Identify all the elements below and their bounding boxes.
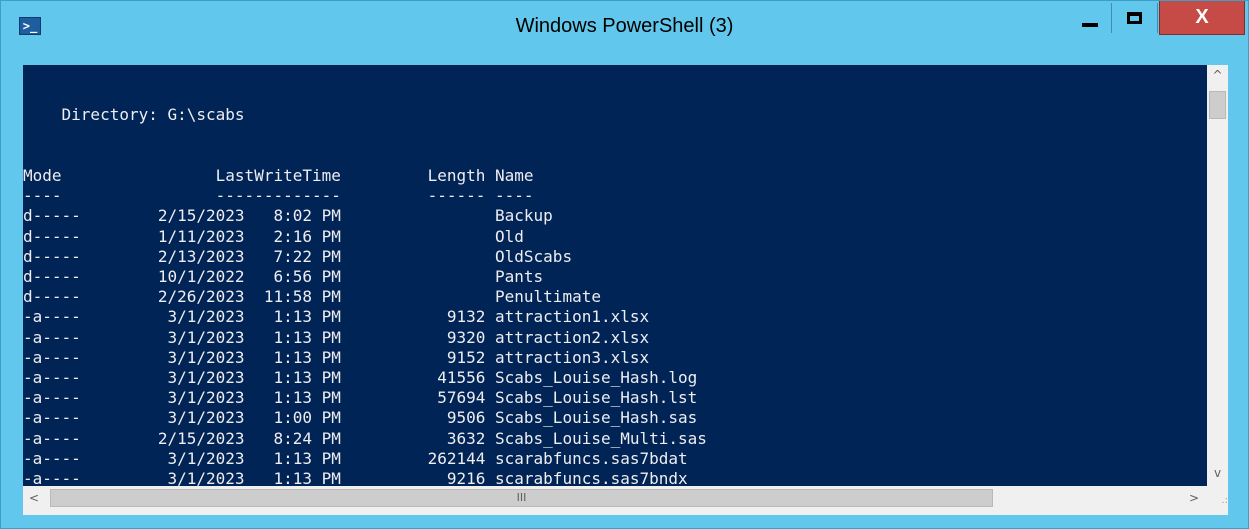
scroll-left-icon[interactable]: < — [23, 486, 45, 510]
maximize-icon — [1126, 12, 1142, 24]
title-bar[interactable]: >_ Windows PowerShell (3) X — [1, 1, 1248, 51]
file-row: d----- 1/11/2023 2:16 PM Old — [23, 226, 524, 246]
file-row: -a---- 3/1/2023 1:13 PM 9216 scarabfuncs… — [23, 469, 688, 486]
divider — [1157, 3, 1158, 33]
minimize-icon — [1082, 23, 1098, 27]
scroll-down-icon[interactable]: v — [1207, 463, 1228, 483]
divider — [1111, 3, 1112, 33]
maximize-button[interactable] — [1113, 1, 1155, 35]
scroll-up-icon[interactable]: ^ — [1207, 65, 1228, 85]
minimize-button[interactable] — [1070, 1, 1110, 35]
column-header-line: Mode LastWriteTime Length Name — [23, 166, 534, 186]
console-output[interactable]: Directory: G:\scabs Mode LastWriteTime L… — [23, 65, 1207, 486]
resize-grip-icon[interactable]: .: — [1207, 486, 1228, 510]
window-title: Windows PowerShell (3) — [515, 15, 734, 37]
scroll-right-icon[interactable]: > — [1183, 486, 1205, 510]
vertical-scroll-thumb[interactable] — [1209, 91, 1226, 119]
console-client-area: Directory: G:\scabs Mode LastWriteTime L… — [23, 65, 1228, 515]
horizontal-scrollbar[interactable]: < III > — [23, 486, 1207, 510]
directory-line: Directory: G:\scabs — [23, 105, 245, 125]
console-text: Directory: G:\scabs Mode LastWriteTime L… — [23, 65, 1207, 486]
file-row: d----- 10/1/2022 6:56 PM Pants — [23, 267, 544, 287]
file-row: d----- 2/13/2023 7:22 PM OldScabs — [23, 246, 573, 266]
vertical-scrollbar[interactable]: ^ v — [1207, 65, 1228, 486]
file-row: -a---- 3/1/2023 1:13 PM 262144 scarabfun… — [23, 448, 688, 468]
file-row: -a---- 3/1/2023 1:13 PM 41556 Scabs_Loui… — [23, 368, 698, 388]
column-underline-line: ---- ------------- ------ ---- — [23, 186, 534, 206]
horizontal-scroll-thumb[interactable]: III — [50, 489, 993, 507]
file-row: -a---- 3/1/2023 1:13 PM 57694 Scabs_Loui… — [23, 388, 698, 408]
file-row: -a---- 3/1/2023 1:13 PM 9152 attraction3… — [23, 347, 650, 367]
close-button[interactable]: X — [1159, 1, 1245, 35]
powershell-window: >_ Windows PowerShell (3) X Directory: G… — [0, 0, 1249, 529]
file-row: -a---- 3/1/2023 1:13 PM 9132 attraction1… — [23, 307, 650, 327]
file-row: -a---- 3/1/2023 1:13 PM 9320 attraction2… — [23, 327, 650, 347]
file-row: d----- 2/26/2023 11:58 PM Penultimate — [23, 287, 601, 307]
file-row: d----- 2/15/2023 8:02 PM Backup — [23, 206, 553, 226]
file-row: -a---- 2/15/2023 8:24 PM 3632 Scabs_Loui… — [23, 428, 707, 448]
close-icon: X — [1195, 6, 1209, 28]
file-row: -a---- 3/1/2023 1:00 PM 9506 Scabs_Louis… — [23, 408, 698, 428]
